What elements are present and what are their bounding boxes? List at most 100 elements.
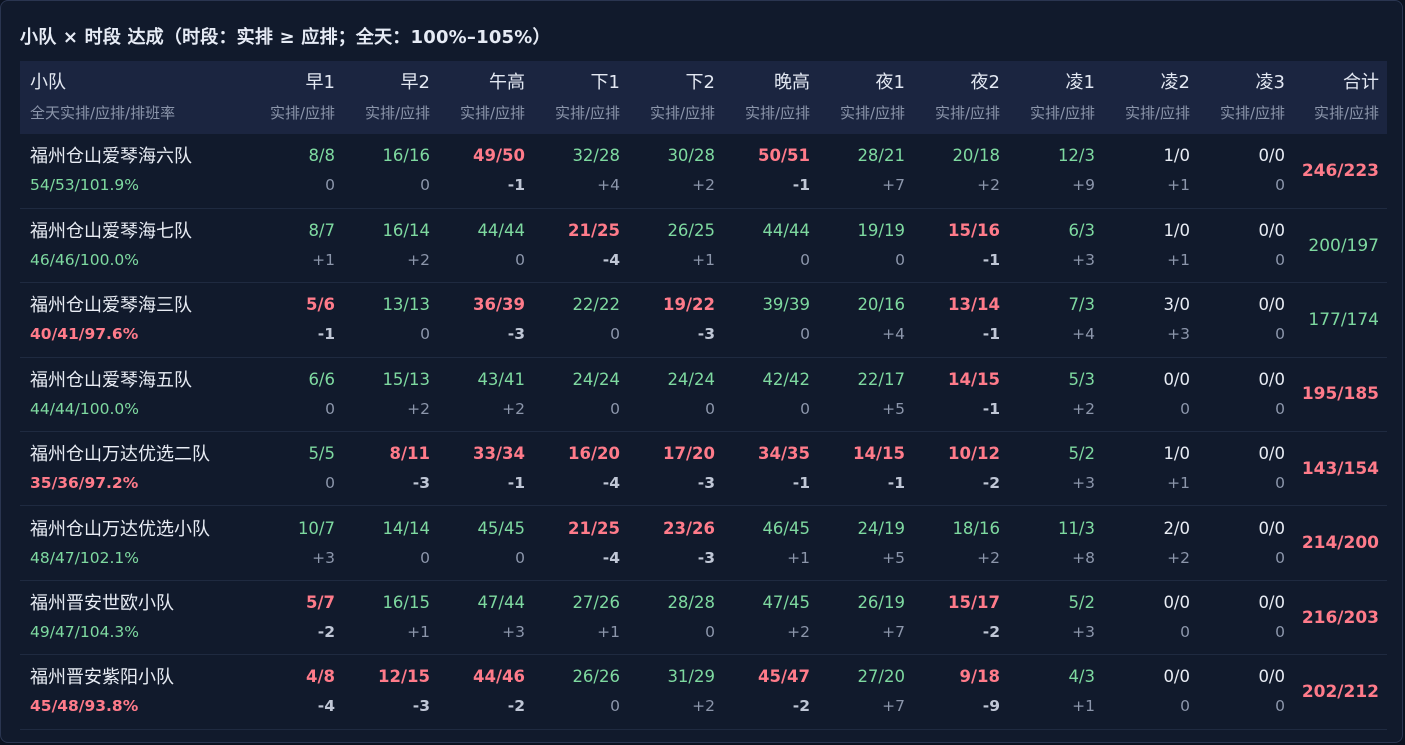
column-header-total[interactable]: 合计 实排/应排: [1293, 61, 1387, 134]
column-header-slot[interactable]: 早1 实排/应排: [248, 61, 343, 134]
slot-value: 16/20: [568, 444, 620, 464]
slot-cell: 19/22 -3: [628, 283, 723, 357]
slot-value: 26/19: [857, 593, 905, 613]
slot-diff: 0: [800, 251, 810, 270]
slot-diff: 0: [1275, 474, 1285, 493]
slot-cell: 20/16 +4: [818, 283, 913, 357]
column-header-slot[interactable]: 夜1 实排/应排: [818, 61, 913, 134]
slot-value: 15/17: [948, 593, 1000, 613]
slot-value: 34/35: [758, 444, 810, 464]
slot-diff: -4: [317, 697, 335, 716]
slot-value: 21/25: [568, 221, 620, 241]
slot-value: 14/15: [948, 369, 1000, 389]
slot-diff: 0: [420, 176, 430, 195]
slot-cell: 0/0 0: [1198, 208, 1293, 282]
slot-diff: +9: [1072, 176, 1095, 195]
slot-diff: +7: [882, 697, 905, 716]
table-row[interactable]: 福州仓山爱琴海六队 54/53/101.9% 8/8 0 16/16 0 49/50 -1 32…: [20, 134, 1387, 209]
team-cell: 福州仓山爱琴海七队 46/46/100.0%: [20, 208, 248, 282]
column-header-slot[interactable]: 早2 实排/应排: [343, 61, 438, 134]
slot-diff: 0: [705, 623, 715, 642]
total-value: 216/203: [1301, 607, 1379, 628]
slot-diff: 0: [1275, 697, 1285, 716]
slot-value: 0/0: [1258, 146, 1285, 166]
column-header-slot[interactable]: 凌1 实排/应排: [1008, 61, 1103, 134]
slot-cell: 0/0 0: [1103, 655, 1198, 729]
table-row[interactable]: 福州晋安紫阳小队 45/48/93.8% 4/8 -4 12/15 -3 44/46 -2 26…: [20, 655, 1387, 730]
slot-cell: 0/0 0: [1198, 580, 1293, 654]
team-cell: 福州仓山爱琴海六队 54/53/101.9%: [20, 134, 248, 208]
slot-diff: 0: [1275, 548, 1285, 567]
team-day-rate: 45/48/93.8%: [30, 697, 139, 716]
slot-diff: +2: [977, 176, 1000, 195]
table-row[interactable]: 福州仓山万达优选二队 35/36/97.2% 5/5 0 8/11 -3 33/34 -1 16…: [20, 432, 1387, 506]
slot-value: 9/18: [959, 667, 1000, 687]
slot-cell: 32/28 +4: [533, 134, 628, 208]
slot-cell: 5/7 -2: [248, 580, 343, 654]
slot-value: 26/26: [572, 667, 620, 687]
slot-cell: 5/2 +3: [1008, 580, 1103, 654]
column-header-slot[interactable]: 凌2 实排/应排: [1103, 61, 1198, 134]
slot-cell: 17/20 -3: [628, 432, 723, 506]
slot-cell: 39/39 0: [723, 283, 818, 357]
column-header-sublabel: 实排/应排: [934, 104, 1000, 122]
slot-diff: -1: [982, 325, 1000, 344]
column-header-slot[interactable]: 凌3 实排/应排: [1198, 61, 1293, 134]
achievement-table: 小队 全天实排/应排/排班率 早1 实排/应排 早2 实排/应排 午高 实排/应排 下1 实排…: [20, 61, 1387, 730]
column-header-label: 晚高: [774, 72, 810, 93]
slot-value: 10/7: [297, 518, 335, 538]
column-header-sublabel: 实排/应排: [364, 104, 430, 122]
table-row[interactable]: 福州晋安世欧小队 49/47/104.3% 5/7 -2 16/15 +1 47/44 +3 2…: [20, 580, 1387, 655]
total-value: 202/212: [1301, 681, 1379, 702]
table-row[interactable]: 福州仓山万达优选小队 48/47/102.1% 10/7 +3 14/14 0 45/45 0…: [20, 506, 1387, 581]
total-value: 200/197: [1308, 235, 1379, 256]
slot-cell: 8/8 0: [248, 134, 343, 208]
slot-value: 8/8: [308, 146, 335, 166]
slot-value: 20/18: [952, 146, 1000, 166]
column-header-team[interactable]: 小队 全天实排/应排/排班率: [20, 61, 248, 134]
table-row[interactable]: 福州仓山爱琴海三队 40/41/97.6% 5/6 -1 13/13 0 36/39 -3 22…: [20, 283, 1387, 358]
slot-value: 8/7: [308, 221, 335, 241]
slot-cell: 10/7 +3: [248, 506, 343, 580]
slot-value: 47/44: [477, 593, 525, 613]
slot-diff: +3: [312, 548, 335, 567]
slot-diff: -4: [602, 548, 620, 567]
column-header-slot[interactable]: 下1 实排/应排: [533, 61, 628, 134]
slot-value: 15/13: [382, 369, 430, 389]
slot-diff: 0: [800, 325, 810, 344]
slot-value: 44/44: [477, 221, 525, 241]
slot-cell: 50/51 -1: [723, 134, 818, 208]
slot-value: 0/0: [1258, 518, 1285, 538]
slot-value: 5/2: [1068, 444, 1095, 464]
total-cell: 143/154: [1293, 432, 1387, 506]
team-cell: 福州仓山万达优选二队 35/36/97.2%: [20, 432, 248, 506]
slot-value: 43/41: [477, 369, 525, 389]
column-header-slot[interactable]: 午高 实排/应排: [438, 61, 533, 134]
table-row[interactable]: 福州仓山爱琴海七队 46/46/100.0% 8/7 +1 16/14 +2 44/44 0 2…: [20, 208, 1387, 283]
slot-diff: 0: [895, 251, 905, 270]
column-header-slot[interactable]: 夜2 实排/应排: [913, 61, 1008, 134]
column-header-slot[interactable]: 下2 实排/应排: [628, 61, 723, 134]
slot-value: 23/26: [663, 518, 715, 538]
slot-cell: 33/34 -1: [438, 432, 533, 506]
slot-cell: 8/11 -3: [343, 432, 438, 506]
slot-cell: 5/2 +3: [1008, 432, 1103, 506]
slot-cell: 16/15 +1: [343, 580, 438, 654]
slot-diff: +1: [692, 251, 715, 270]
column-header-label: 早2: [400, 72, 430, 93]
slot-cell: 0/0 0: [1198, 134, 1293, 208]
total-cell: 200/197: [1293, 208, 1387, 282]
team-day-rate: 49/47/104.3%: [30, 623, 139, 642]
slot-diff: -1: [887, 474, 905, 493]
team-name: 福州仓山爱琴海三队: [30, 295, 192, 317]
slot-cell: 27/26 +1: [533, 580, 628, 654]
slot-value: 0/0: [1258, 221, 1285, 241]
table-row[interactable]: 福州仓山爱琴海五队 44/44/100.0% 6/6 0 15/13 +2 43/41 +2 2…: [20, 357, 1387, 432]
slot-diff: 0: [1275, 399, 1285, 418]
column-header-sublabel: 实排/应排: [1219, 104, 1285, 122]
slot-value: 0/0: [1163, 593, 1190, 613]
team-cell: 福州晋安紫阳小队 45/48/93.8%: [20, 655, 248, 729]
column-header-slot[interactable]: 晚高 实排/应排: [723, 61, 818, 134]
slot-cell: 5/3 +2: [1008, 357, 1103, 431]
slot-value: 47/45: [762, 593, 810, 613]
